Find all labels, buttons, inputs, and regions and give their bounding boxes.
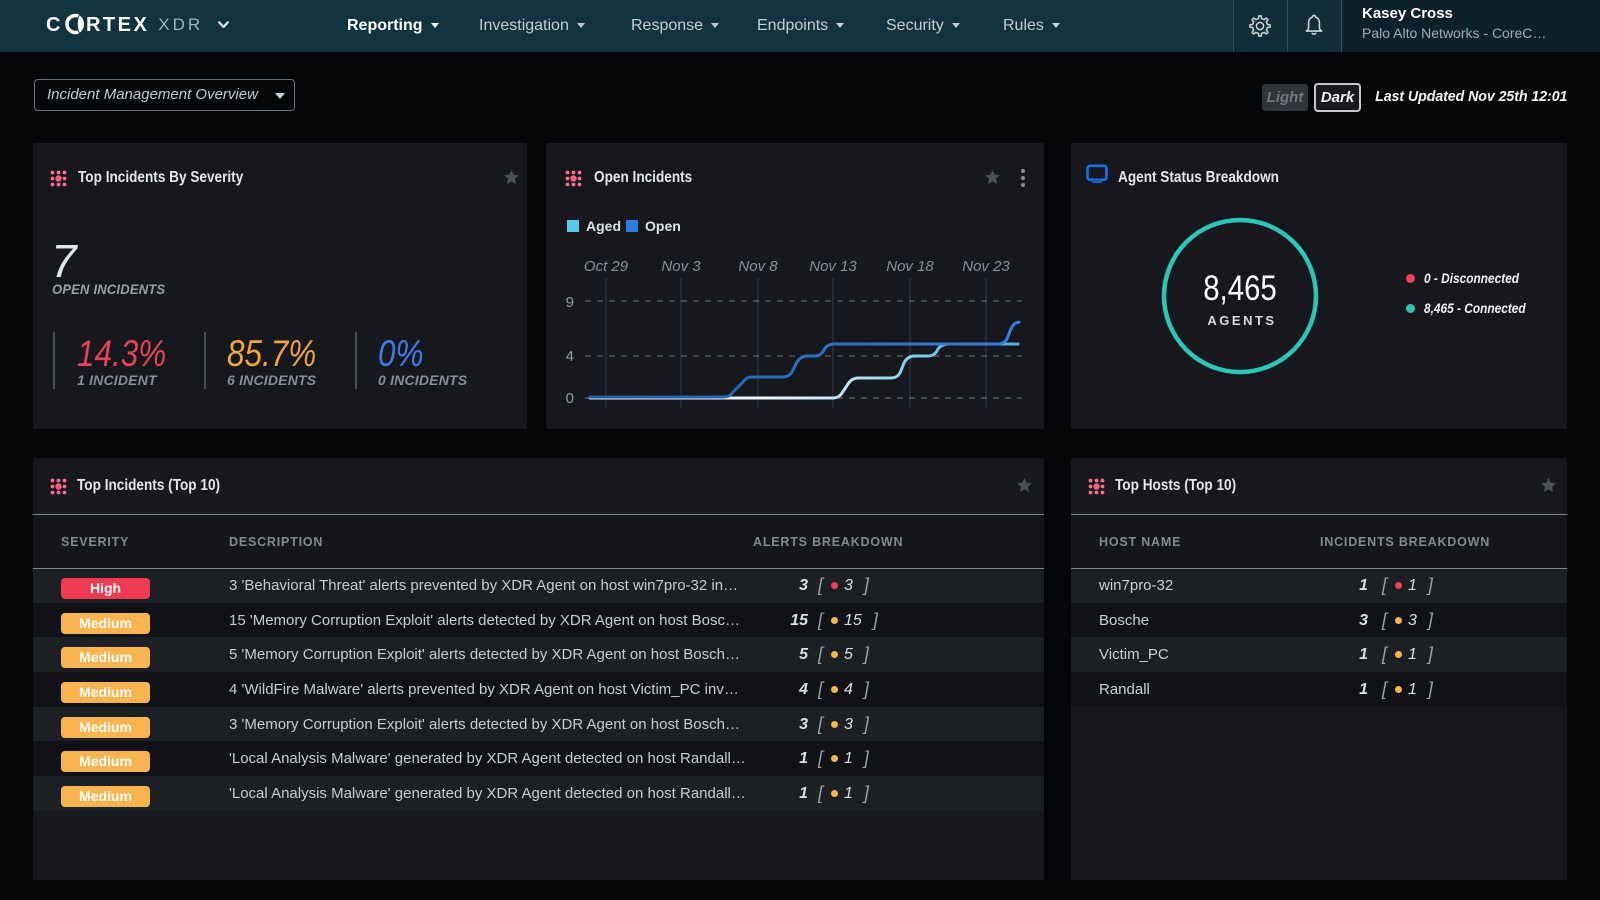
svg-text:9: 9 bbox=[566, 294, 574, 311]
svg-text:0: 0 bbox=[566, 390, 574, 407]
svg-text:Nov 13: Nov 13 bbox=[809, 258, 857, 275]
svg-text:4: 4 bbox=[566, 348, 574, 365]
svg-text:Nov 3: Nov 3 bbox=[661, 258, 701, 275]
svg-text:Nov 18: Nov 18 bbox=[886, 258, 934, 275]
svg-text:Oct 29: Oct 29 bbox=[584, 258, 629, 275]
svg-text:Nov 23: Nov 23 bbox=[962, 258, 1010, 275]
svg-text:Nov 8: Nov 8 bbox=[738, 258, 778, 275]
